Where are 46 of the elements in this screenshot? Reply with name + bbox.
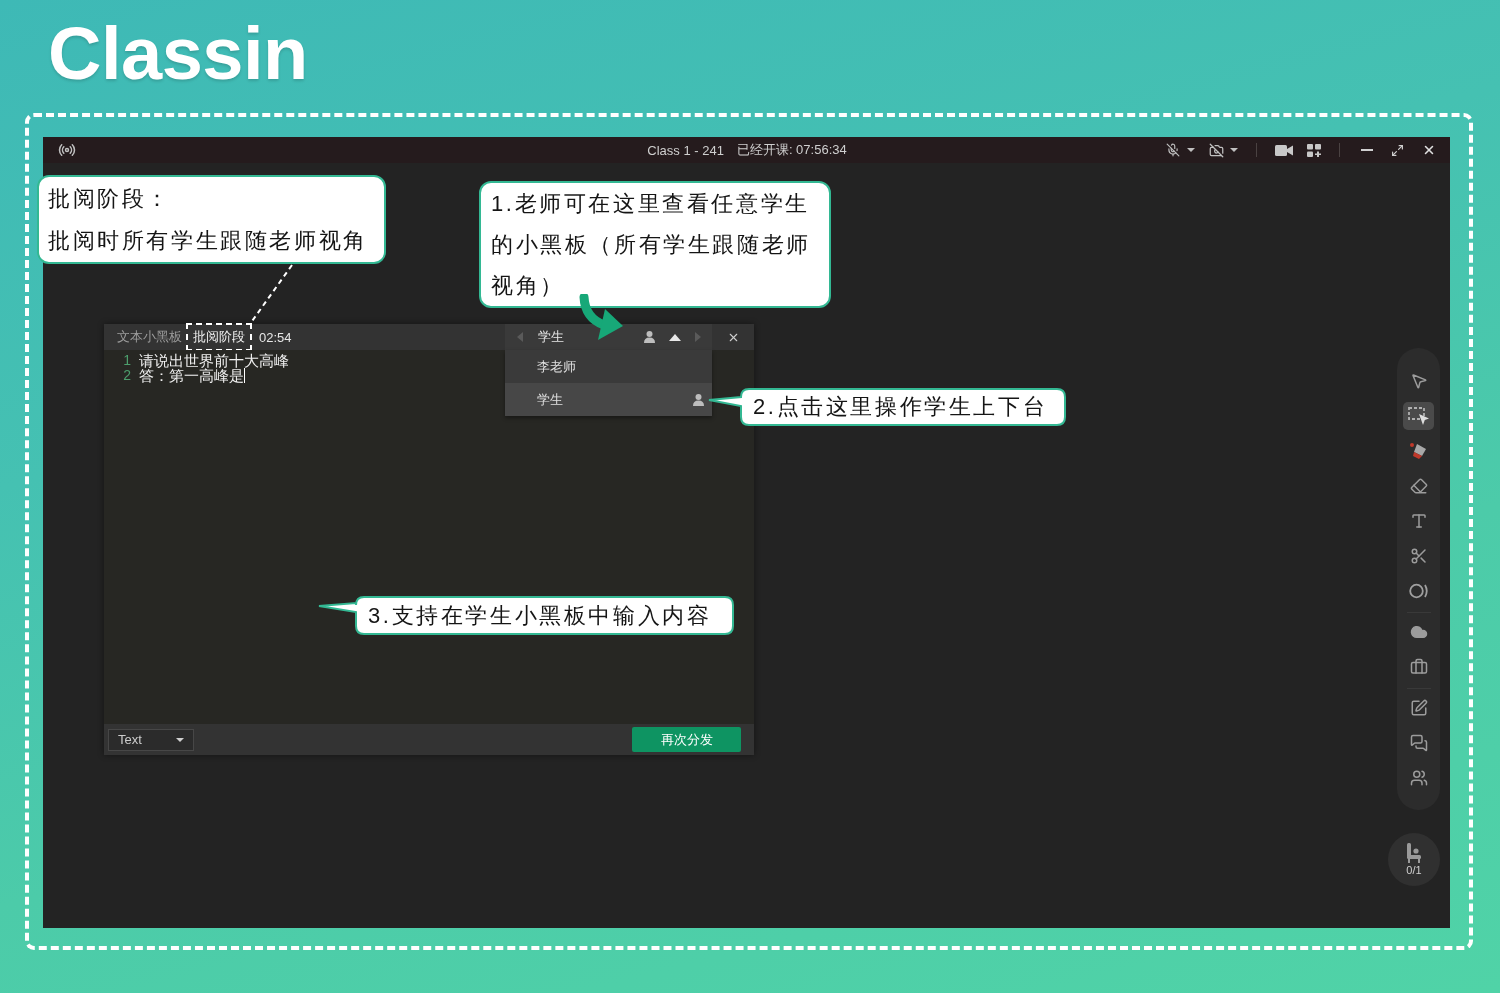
selection-icon[interactable] (1403, 402, 1434, 430)
edit-icon[interactable] (1409, 699, 1428, 717)
student-item[interactable]: 李老师 (505, 350, 712, 383)
window-title: Class 1 - 241 (647, 142, 724, 158)
logo: Classin (48, 14, 308, 94)
grid-icon[interactable] (1307, 143, 1321, 157)
panel-title: 文本小黑板 (117, 328, 182, 346)
camera-off-icon[interactable] (1209, 142, 1224, 158)
student-item[interactable]: 学生 (505, 383, 712, 416)
editor-line: 请说出世界前十大高峰 (139, 353, 289, 368)
broadcast-icon[interactable] (58, 141, 76, 159)
callout: 3.支持在学生小黑板中输入内容 (318, 596, 734, 635)
marker-icon[interactable] (1408, 441, 1429, 461)
users-icon[interactable] (1409, 769, 1428, 787)
close-icon[interactable] (1422, 143, 1436, 157)
person-icon[interactable] (644, 331, 655, 343)
microphone-off-icon[interactable] (1166, 143, 1180, 157)
caret-icon[interactable] (1230, 148, 1238, 152)
cloud-icon[interactable] (1409, 623, 1428, 641)
pointer-icon[interactable] (1409, 372, 1428, 390)
callout: 批阅阶段： 批阅时所有学生跟随老师视角 (37, 175, 386, 264)
text-tool-icon[interactable] (1409, 512, 1428, 530)
line-number: 2 (122, 368, 131, 383)
expand-icon[interactable] (1391, 143, 1404, 157)
editor-line: 答：第一高峰是 (139, 368, 244, 383)
seat-icon (1406, 843, 1422, 863)
format-select[interactable]: Text (108, 728, 194, 751)
eraser-icon[interactable] (1409, 477, 1428, 495)
toolbox-icon[interactable] (1409, 658, 1428, 676)
scissors-icon[interactable] (1409, 547, 1428, 565)
line-number: 1 (122, 353, 131, 368)
redistribute-button[interactable]: 再次分发 (632, 727, 741, 752)
caret-up-icon[interactable] (669, 333, 681, 341)
student-picker[interactable]: 学生 (505, 324, 712, 350)
pointer-arrow (578, 294, 624, 341)
timer: 02:54 (259, 329, 292, 345)
elapsed-time: 已经开课: 07:56:34 (736, 141, 847, 159)
caret-icon[interactable] (1187, 148, 1195, 152)
chat-icon[interactable] (1409, 734, 1428, 752)
ring-icon[interactable] (1408, 583, 1429, 599)
seat-button[interactable]: 0/1 (1388, 833, 1440, 886)
video-camera-icon[interactable] (1275, 144, 1293, 156)
caret-icon[interactable] (176, 737, 184, 742)
callout: 1.老师可在这里查看任意学生 的小黑板（所有学生跟随老师 视角） (479, 181, 831, 308)
callout: 2.点击这里操作学生上下台 (708, 388, 1066, 426)
person-icon[interactable] (693, 393, 704, 406)
